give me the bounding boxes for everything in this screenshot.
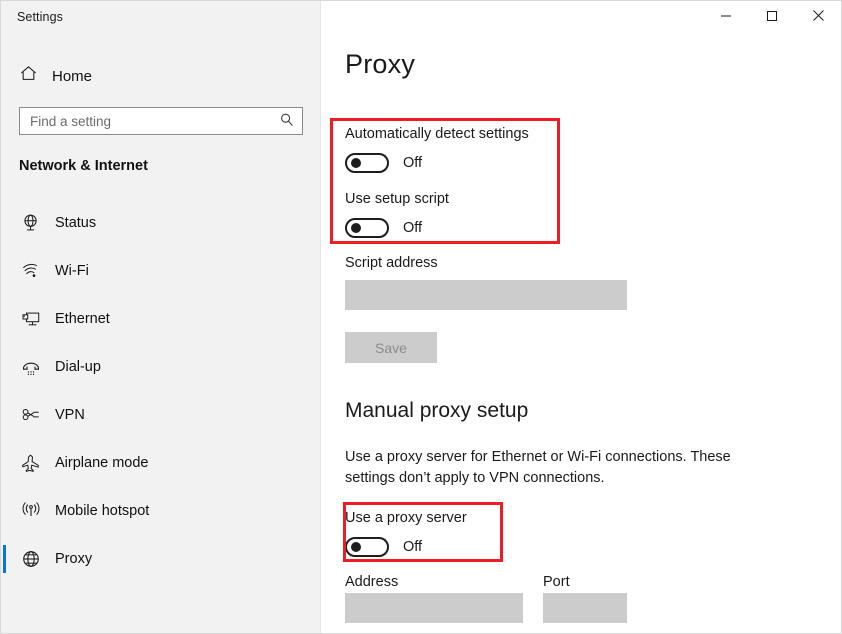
toggle-knob bbox=[351, 542, 361, 552]
hotspot-icon bbox=[21, 501, 47, 521]
port-input[interactable] bbox=[543, 593, 627, 623]
manual-proxy-description: Use a proxy server for Ethernet or Wi-Fi… bbox=[345, 447, 770, 489]
close-icon bbox=[812, 9, 825, 25]
script-address-input[interactable] bbox=[345, 280, 627, 310]
sidebar-group-title: Network & Internet bbox=[19, 158, 148, 174]
search-input[interactable] bbox=[20, 108, 272, 134]
sidebar-item-label: Ethernet bbox=[55, 311, 110, 327]
auto-detect-toggle-row: Off bbox=[345, 153, 422, 173]
auto-detect-state: Off bbox=[403, 155, 422, 171]
page-title: Proxy bbox=[345, 49, 415, 80]
manual-proxy-heading: Manual proxy setup bbox=[345, 399, 528, 423]
sidebar-item-label: Airplane mode bbox=[55, 455, 149, 471]
use-proxy-server-state: Off bbox=[403, 539, 422, 555]
sidebar-item-dialup[interactable]: Dial-up bbox=[1, 343, 321, 391]
status-globe-icon bbox=[21, 213, 47, 233]
use-setup-script-toggle[interactable] bbox=[345, 218, 389, 238]
dialup-phone-icon bbox=[21, 357, 47, 377]
sidebar-item-label: Dial-up bbox=[55, 359, 101, 375]
minimize-button[interactable] bbox=[703, 1, 749, 33]
use-setup-script-label: Use setup script bbox=[345, 191, 449, 207]
use-setup-script-toggle-row: Off bbox=[345, 218, 422, 238]
search-box[interactable] bbox=[19, 107, 303, 135]
search-icon bbox=[279, 112, 295, 131]
app-title: Settings bbox=[17, 10, 63, 24]
sidebar-item-label: Status bbox=[55, 215, 96, 231]
close-button[interactable] bbox=[795, 1, 841, 33]
use-proxy-server-toggle[interactable] bbox=[345, 537, 389, 557]
script-address-label: Script address bbox=[345, 255, 438, 271]
vpn-icon bbox=[21, 405, 47, 425]
sidebar: Settings Home Network & In bbox=[1, 1, 321, 633]
sidebar-nav: Status Wi-Fi bbox=[1, 199, 321, 583]
sidebar-item-label: Proxy bbox=[55, 551, 92, 567]
use-proxy-server-toggle-row: Off bbox=[345, 537, 422, 557]
port-label: Port bbox=[543, 574, 570, 590]
sidebar-item-wifi[interactable]: Wi-Fi bbox=[1, 247, 321, 295]
home-label: Home bbox=[52, 68, 92, 85]
wifi-icon bbox=[21, 261, 47, 281]
sidebar-item-label: Mobile hotspot bbox=[55, 503, 149, 519]
address-input[interactable] bbox=[345, 593, 523, 623]
sidebar-item-airplane-mode[interactable]: Airplane mode bbox=[1, 439, 321, 487]
ethernet-icon bbox=[21, 309, 47, 329]
sidebar-item-mobile-hotspot[interactable]: Mobile hotspot bbox=[1, 487, 321, 535]
use-setup-script-state: Off bbox=[403, 220, 422, 236]
toggle-knob bbox=[351, 158, 361, 168]
home-icon bbox=[19, 64, 38, 88]
sidebar-item-label: VPN bbox=[55, 407, 85, 423]
sidebar-item-vpn[interactable]: VPN bbox=[1, 391, 321, 439]
maximize-icon bbox=[766, 10, 778, 25]
airplane-icon bbox=[21, 453, 47, 473]
auto-detect-toggle[interactable] bbox=[345, 153, 389, 173]
main-content: Proxy Automatically detect settings Off … bbox=[321, 1, 841, 633]
sidebar-item-ethernet[interactable]: Ethernet bbox=[1, 295, 321, 343]
sidebar-item-home[interactable]: Home bbox=[15, 61, 92, 91]
sidebar-item-proxy[interactable]: Proxy bbox=[1, 535, 321, 583]
auto-detect-label: Automatically detect settings bbox=[345, 126, 529, 142]
sidebar-item-status[interactable]: Status bbox=[1, 199, 321, 247]
maximize-button[interactable] bbox=[749, 1, 795, 33]
window-controls bbox=[703, 1, 841, 33]
toggle-knob bbox=[351, 223, 361, 233]
minimize-icon bbox=[720, 10, 732, 25]
settings-window: Settings Home Network & In bbox=[0, 0, 842, 634]
globe-icon bbox=[21, 549, 47, 569]
address-label: Address bbox=[345, 574, 398, 590]
search-button[interactable] bbox=[272, 108, 302, 134]
sidebar-item-label: Wi-Fi bbox=[55, 263, 89, 279]
use-proxy-server-label: Use a proxy server bbox=[345, 510, 467, 526]
save-button[interactable]: Save bbox=[345, 332, 437, 363]
